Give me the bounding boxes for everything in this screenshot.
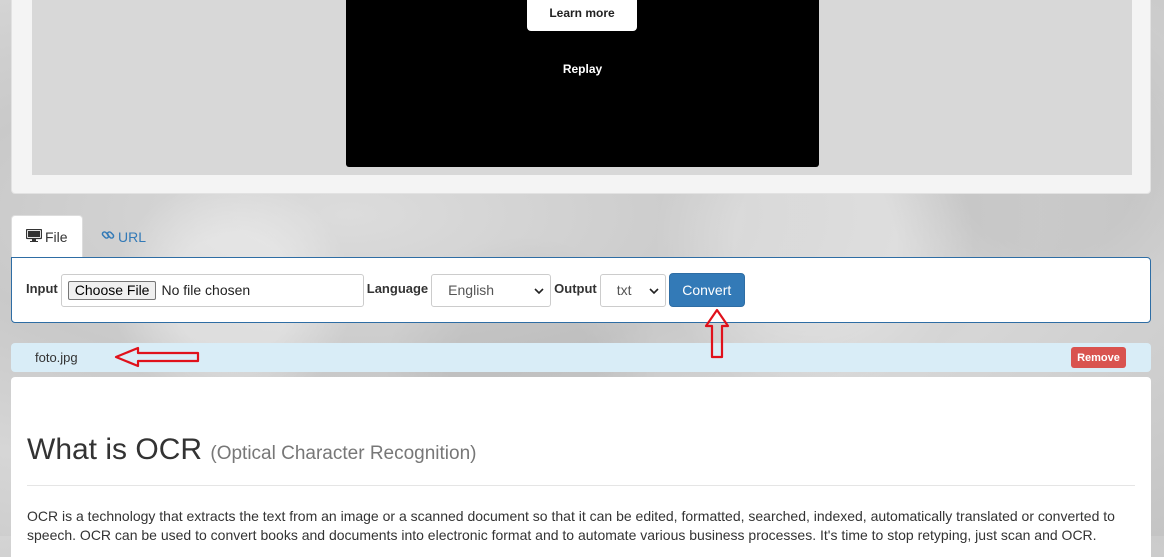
chevron-down-icon (649, 282, 659, 298)
replay-button[interactable]: Replay (346, 62, 819, 76)
page-title: What is OCR (Optical Character Recogniti… (27, 433, 1135, 467)
video-ad[interactable]: Learn more Replay (346, 0, 819, 167)
link-icon (101, 228, 118, 245)
divider (27, 485, 1135, 486)
ad-card: Learn more Replay (11, 0, 1151, 194)
output-select[interactable]: txt (599, 273, 666, 307)
output-value: txt (616, 282, 632, 298)
language-label: Language (366, 280, 429, 296)
chevron-down-icon (534, 282, 544, 298)
file-input[interactable]: Choose File No file chosen (60, 273, 364, 307)
convert-form: Input Choose File No file chosen Languag… (11, 257, 1151, 323)
output-label: Output (554, 280, 597, 296)
language-select[interactable]: English (431, 273, 552, 307)
monitor-icon (25, 228, 45, 245)
tab-url-label: URL (118, 228, 147, 245)
ad-container: Learn more Replay (32, 0, 1132, 175)
convert-button[interactable]: Convert (668, 273, 745, 307)
input-label: Input (26, 280, 58, 296)
remove-button[interactable]: Remove (1071, 347, 1126, 368)
uploaded-file-row: foto.jpg Remove (11, 343, 1151, 372)
tab-file-label: File (45, 229, 68, 245)
tab-file[interactable]: File (11, 215, 83, 258)
file-status-text: No file chosen (161, 282, 251, 298)
input-tabs: File URL (11, 215, 160, 258)
language-value: English (448, 282, 495, 298)
title-subtitle: (Optical Character Recognition) (210, 443, 477, 464)
ocr-description: OCR is a technology that extracts the te… (27, 508, 1115, 543)
learn-more-button[interactable]: Learn more (527, 0, 637, 31)
file-name: foto.jpg (35, 350, 78, 365)
title-text: What is OCR (27, 433, 203, 466)
tab-url[interactable]: URL (83, 215, 160, 258)
ocr-info-section: What is OCR (Optical Character Recogniti… (11, 377, 1151, 557)
choose-file-button[interactable]: Choose File (67, 280, 157, 300)
